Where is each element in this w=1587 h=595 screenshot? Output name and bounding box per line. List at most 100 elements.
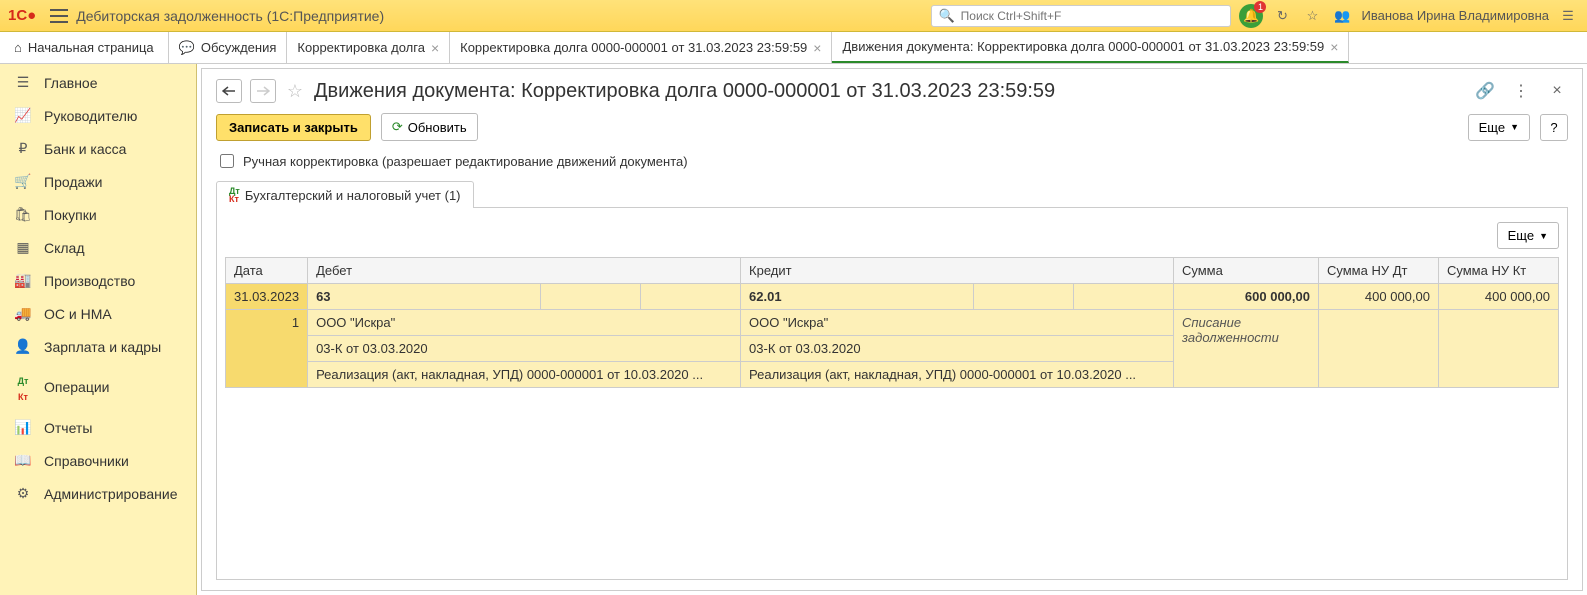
close-icon[interactable]: × xyxy=(431,40,439,56)
label: Бухгалтерский и налоговый учет (1) xyxy=(245,188,461,203)
notif-count: 1 xyxy=(1254,1,1266,13)
tab-home-label: Начальная страница xyxy=(28,40,154,55)
cell-sum-desc: Списание задолженности xyxy=(1174,310,1319,388)
table-body[interactable]: 31.03.2023 63 62.01 600 000,00 400 000,0… xyxy=(226,284,1559,388)
tab-movements[interactable]: Движения документа: Корректировка долга … xyxy=(832,32,1349,63)
save-close-button[interactable]: Записать и закрыть xyxy=(216,114,371,141)
th-nukt[interactable]: Сумма НУ Кт xyxy=(1439,258,1559,284)
cell-debit-docref: Реализация (акт, накладная, УПД) 0000-00… xyxy=(308,362,741,388)
manual-edit-checkbox[interactable]: Ручная корректировка (разрешает редактир… xyxy=(216,151,1568,171)
label: Банк и касса xyxy=(44,141,126,157)
label: Руководителю xyxy=(44,108,137,124)
boxes-icon: ▦ xyxy=(14,239,32,256)
dtkt-icon: ДтКт xyxy=(229,187,240,203)
sidebar-item-warehouse[interactable]: ▦ Склад xyxy=(0,231,196,264)
sidebar-item-main[interactable]: ☰Главное xyxy=(0,66,196,99)
doc-title: Движения документа: Корректировка долга … xyxy=(314,80,1466,103)
th-sum[interactable]: Сумма xyxy=(1174,258,1319,284)
label: Обновить xyxy=(408,120,467,135)
sidebar-item-bank[interactable]: ₽ Банк и касса xyxy=(0,132,196,165)
search-box[interactable]: 🔍 xyxy=(931,5,1231,27)
dtkt-icon: ДтКт xyxy=(14,371,32,403)
close-icon[interactable]: × xyxy=(813,40,821,56)
menu-icon[interactable] xyxy=(50,9,68,23)
chevron-down-icon: ▼ xyxy=(1510,122,1519,132)
th-date[interactable]: Дата xyxy=(226,258,308,284)
sidebar: ☰Главное 📈 Руководителю ₽ Банк и касса 🛒 Пр… xyxy=(0,64,197,595)
grid-more-button[interactable]: Еще ▼ xyxy=(1497,222,1559,249)
notifications-icon[interactable]: 🔔 1 xyxy=(1239,4,1263,28)
home-icon: ⌂ xyxy=(14,40,22,55)
bars-icon: 📊 xyxy=(14,419,32,436)
close-icon[interactable]: × xyxy=(1330,39,1338,55)
sidebar-item-assets[interactable]: 🚚ОС и НМА xyxy=(0,297,196,330)
sidebar-item-reports[interactable]: 📊 Отчеты xyxy=(0,411,196,444)
label: Зарплата и кадры xyxy=(44,339,161,355)
users-icon[interactable]: 👥 xyxy=(1331,5,1353,27)
tab-label: Корректировка долга 0000-000001 от 31.03… xyxy=(460,40,807,55)
search-input[interactable] xyxy=(959,8,1225,24)
tab-accounting[interactable]: ДтКт Бухгалтерский и налоговый учет (1) xyxy=(216,181,474,208)
back-button[interactable] xyxy=(216,79,242,103)
forward-button[interactable] xyxy=(250,79,276,103)
sidebar-item-operations[interactable]: ДтКт Операции xyxy=(0,363,196,411)
book-icon: 📖 xyxy=(14,452,32,469)
truck-icon: 🚚 xyxy=(14,305,32,322)
close-doc-icon[interactable]: × xyxy=(1546,80,1568,102)
label: Покупки xyxy=(44,207,97,223)
cell-credit-docref: Реализация (акт, накладная, УПД) 0000-00… xyxy=(741,362,1174,388)
tab-home[interactable]: ⌂ Начальная страница xyxy=(0,32,169,63)
gear-icon: ⚙ xyxy=(14,485,32,502)
label: Отчеты xyxy=(44,420,92,436)
tab-correction-doc[interactable]: Корректировка долга 0000-000001 от 31.03… xyxy=(450,32,832,63)
tab-discussions[interactable]: 💬 Обсуждения xyxy=(169,32,288,63)
ruble-icon: ₽ xyxy=(14,140,32,157)
history-icon[interactable]: ↻ xyxy=(1271,5,1293,27)
label: Справочники xyxy=(44,453,129,469)
sidebar-item-purchases[interactable]: 🛍 Покупки xyxy=(0,198,196,231)
sidebar-item-production[interactable]: 🏭Производство xyxy=(0,264,196,297)
checkbox-input[interactable] xyxy=(220,154,234,168)
cell-debit-contract: 03-К от 03.03.2020 xyxy=(308,336,741,362)
cell-nudt: 400 000,00 xyxy=(1319,284,1439,310)
sidebar-item-admin[interactable]: ⚙ Администрирование xyxy=(0,477,196,510)
more-icon[interactable]: ⋮ xyxy=(1510,80,1532,102)
sidebar-item-catalogs[interactable]: 📖 Справочники xyxy=(0,444,196,477)
sidebar-item-hr[interactable]: 👤Зарплата и кадры xyxy=(0,330,196,363)
cell-debit-acc: 63 xyxy=(308,284,541,310)
sidebar-item-manager[interactable]: 📈 Руководителю xyxy=(0,99,196,132)
refresh-button[interactable]: ⟳ Обновить xyxy=(381,113,478,141)
cell-credit-acc: 62.01 xyxy=(741,284,974,310)
list-icon: ☰ xyxy=(14,74,32,91)
star-icon[interactable]: ☆ xyxy=(1301,5,1323,27)
cell-credit-contract: 03-К от 03.03.2020 xyxy=(741,336,1174,362)
th-credit[interactable]: Кредит xyxy=(741,258,1174,284)
favorite-star-icon[interactable]: ☆ xyxy=(284,80,306,102)
label: Производство xyxy=(44,273,135,289)
help-button[interactable]: ? xyxy=(1540,114,1568,141)
sidebar-item-sales[interactable]: 🛒 Продажи xyxy=(0,165,196,198)
link-icon[interactable]: 🔗 xyxy=(1474,80,1496,102)
label: Еще xyxy=(1508,228,1534,243)
th-debit[interactable]: Дебет xyxy=(308,258,741,284)
cell-sum: 600 000,00 xyxy=(1174,284,1319,310)
label: Продажи xyxy=(44,174,102,190)
cell-nukt: 400 000,00 xyxy=(1439,284,1559,310)
label: Ручная корректировка (разрешает редактир… xyxy=(243,154,688,169)
logo-1c: 1C● xyxy=(8,7,36,24)
tab-label: Корректировка долга xyxy=(297,40,425,55)
label: Склад xyxy=(44,240,85,256)
label: Администрирование xyxy=(44,486,178,502)
label: Операции xyxy=(44,379,110,395)
th-nudt[interactable]: Сумма НУ Дт xyxy=(1319,258,1439,284)
cell-credit-party: ООО "Искра" xyxy=(741,310,1174,336)
chart-icon: 📈 xyxy=(14,107,32,124)
tab-correction[interactable]: Корректировка долга × xyxy=(287,32,450,63)
search-icon: 🔍 xyxy=(938,8,954,24)
more-button[interactable]: Еще ▼ xyxy=(1468,114,1530,141)
cart-icon: 🛒 xyxy=(14,173,32,190)
tab-label: Движения документа: Корректировка долга … xyxy=(842,39,1324,54)
chevron-down-icon: ▼ xyxy=(1539,231,1548,241)
settings-lines-icon[interactable]: ☰ xyxy=(1557,5,1579,27)
bag-icon: 🛍 xyxy=(14,206,32,223)
